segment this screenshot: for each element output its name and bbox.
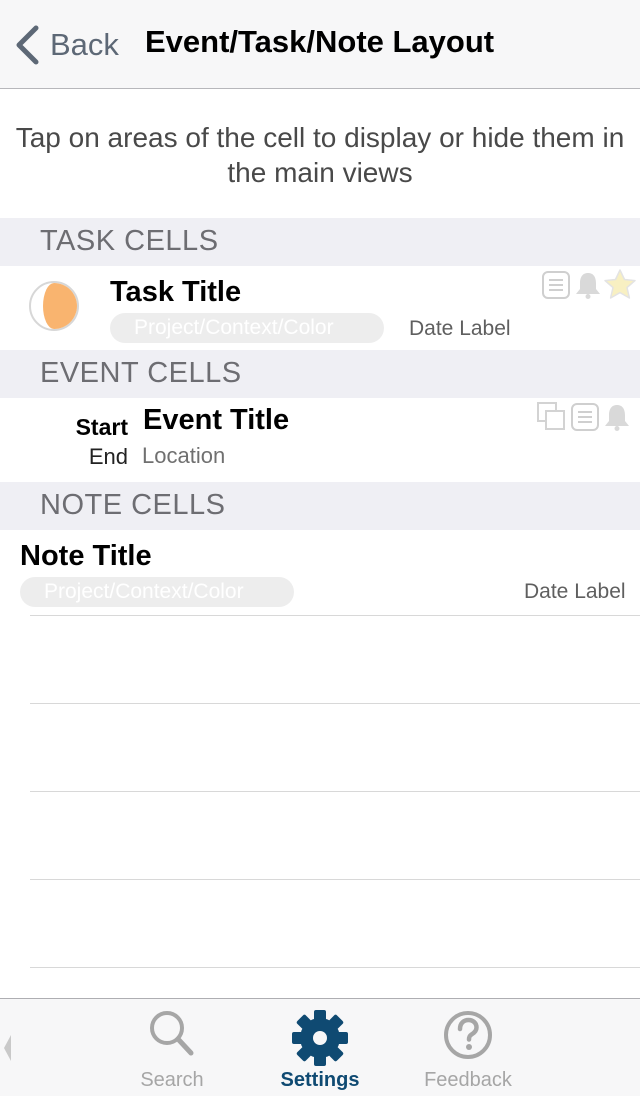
note-title[interactable]: Note Title	[20, 540, 152, 573]
bell-icon[interactable]	[602, 402, 632, 432]
event-title[interactable]: Event Title	[143, 404, 289, 437]
gear-icon	[292, 1010, 348, 1066]
tab-bar: Search Settings Feedback	[0, 998, 640, 1096]
note-date-label[interactable]: Date Label	[524, 580, 626, 604]
section-header-note: NOTE CELLS	[0, 482, 640, 530]
page-title: Event/Task/Note Layout	[145, 24, 495, 59]
section-header-event: EVENT CELLS	[0, 350, 640, 398]
event-end-label[interactable]: End	[89, 444, 128, 470]
event-location[interactable]: Location	[142, 443, 225, 469]
navigation-bar: Back Event/Task/Note Layout	[0, 0, 640, 89]
task-title[interactable]: Task Title	[110, 276, 241, 309]
row-separator	[30, 967, 640, 968]
search-icon	[150, 1011, 194, 1056]
tab-label-feedback: Feedback	[424, 1069, 512, 1091]
tab-feedback[interactable]: Feedback	[393, 999, 543, 1096]
section-title-event: EVENT CELLS	[40, 357, 242, 389]
section-header-task: TASK CELLS	[0, 218, 640, 266]
copy-icon[interactable]	[535, 400, 569, 432]
back-label: Back	[50, 27, 119, 62]
tab-search[interactable]: Search	[97, 999, 247, 1096]
bell-icon[interactable]	[573, 270, 603, 300]
tab-label-search: Search	[140, 1069, 204, 1091]
instructions-text: Tap on areas of the cell to display or h…	[15, 122, 625, 188]
notes-icon[interactable]	[570, 402, 600, 432]
row-separator	[30, 791, 640, 792]
back-button[interactable]: Back	[14, 22, 119, 68]
tab-settings[interactable]: Settings	[245, 999, 395, 1096]
question-icon	[444, 1011, 492, 1059]
progress-pie-icon[interactable]	[28, 280, 80, 332]
row-separator	[30, 879, 640, 880]
tab-label-settings: Settings	[280, 1069, 360, 1091]
section-title-note: NOTE CELLS	[40, 489, 226, 521]
row-separator	[30, 703, 640, 704]
scroll-left-arrow-icon[interactable]	[2, 1033, 12, 1063]
task-project-pill[interactable]: Project/Context/Color	[110, 313, 384, 343]
chevron-left-icon	[16, 25, 39, 65]
star-icon[interactable]	[603, 268, 637, 300]
event-start-label[interactable]: Start	[76, 414, 128, 441]
section-title-task: TASK CELLS	[40, 225, 219, 257]
notes-icon[interactable]	[541, 270, 571, 300]
note-project-pill[interactable]: Project/Context/Color	[20, 577, 294, 607]
task-date-label[interactable]: Date Label	[409, 317, 511, 341]
row-separator	[30, 615, 640, 616]
